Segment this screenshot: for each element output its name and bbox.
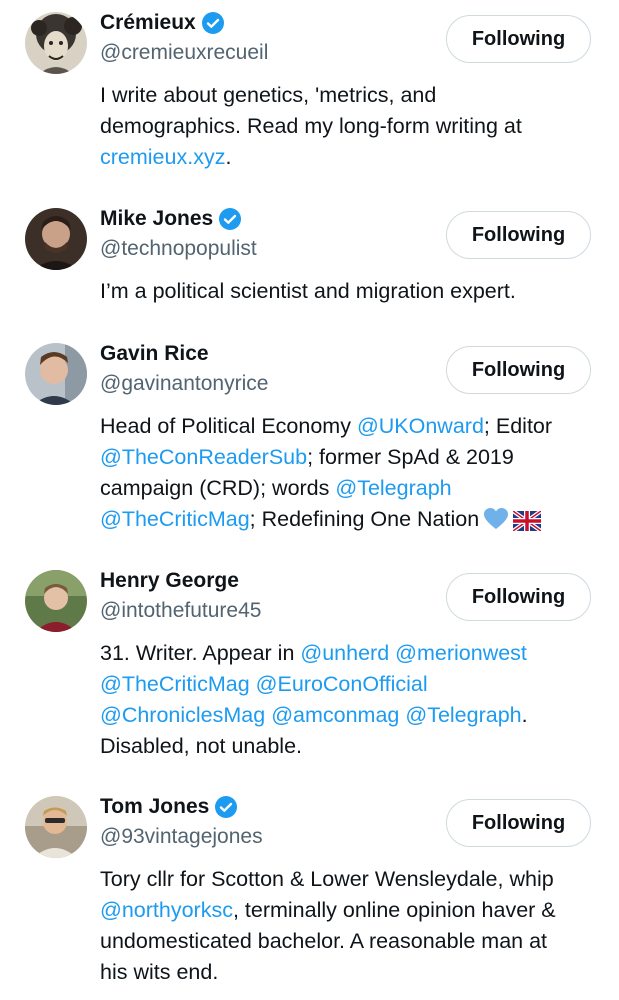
following-button[interactable]: Following bbox=[446, 573, 591, 621]
avatar[interactable] bbox=[25, 570, 87, 632]
bio-link[interactable]: @TheCriticMag bbox=[100, 672, 250, 696]
bio-text: ; Editor bbox=[483, 414, 553, 438]
bio-text: I’m a political scientist and migration … bbox=[100, 279, 516, 303]
bio-link[interactable]: @ChroniclesMag bbox=[100, 703, 265, 727]
display-name[interactable]: Gavin Rice bbox=[100, 342, 209, 366]
avatar[interactable] bbox=[25, 208, 87, 270]
user-bio: I write about genetics, 'metrics, and de… bbox=[100, 80, 595, 173]
following-button[interactable]: Following bbox=[446, 15, 591, 63]
bio-line: I’m a political scientist and migration … bbox=[100, 276, 595, 307]
name-line: Mike Jones bbox=[100, 204, 242, 234]
blue-heart-icon bbox=[483, 507, 509, 540]
bio-text: Head of Political Economy bbox=[100, 414, 357, 438]
user-handle[interactable]: @93vintagejones bbox=[100, 825, 263, 849]
user-cell[interactable]: Mike Jones @technopopulist Following I’m… bbox=[0, 204, 619, 324]
bio-line: campaign (CRD); words @Telegraph bbox=[100, 473, 595, 504]
verified-badge-icon bbox=[214, 795, 238, 819]
avatar[interactable] bbox=[25, 12, 87, 74]
bio-text: . bbox=[225, 145, 232, 169]
bio-text: I write about genetics, 'metrics, and bbox=[100, 83, 437, 107]
user-cell[interactable]: Henry George @intothefuture45 Following … bbox=[0, 566, 619, 786]
bio-text: his wits end. bbox=[100, 960, 219, 984]
bio-text: Tory cllr for Scotton & Lower Wensleydal… bbox=[100, 867, 554, 891]
avatar[interactable] bbox=[25, 796, 87, 858]
bio-line: @ChroniclesMag @amconmag @Telegraph. bbox=[100, 700, 595, 731]
bio-link[interactable]: @TheConReaderSub bbox=[100, 445, 307, 469]
following-button[interactable]: Following bbox=[446, 346, 591, 394]
user-handle[interactable]: @cremieuxrecueil bbox=[100, 41, 268, 65]
bio-line: Disabled, not unable. bbox=[100, 731, 595, 762]
bio-line: demographics. Read my long-form writing … bbox=[100, 111, 595, 142]
bio-line: @TheCriticMag @EuroConOfficial bbox=[100, 669, 595, 700]
verified-badge-icon bbox=[218, 207, 242, 231]
bio-line: I write about genetics, 'metrics, and bbox=[100, 80, 595, 111]
bio-line: @TheCriticMag; Redefining One Nation bbox=[100, 504, 595, 540]
bio-line: cremieux.xyz. bbox=[100, 142, 595, 173]
verified-badge-icon bbox=[201, 11, 225, 35]
uk-flag-icon bbox=[511, 509, 543, 540]
bio-link[interactable]: @Telegraph bbox=[405, 703, 521, 727]
avatar[interactable] bbox=[25, 343, 87, 405]
user-handle[interactable]: @technopopulist bbox=[100, 237, 257, 261]
display-name[interactable]: Crémieux bbox=[100, 11, 196, 35]
user-bio: I’m a political scientist and migration … bbox=[100, 276, 595, 307]
bio-text: campaign (CRD); words bbox=[100, 476, 336, 500]
bio-text: , terminally online opinion haver & bbox=[232, 898, 556, 922]
bio-line: 31. Writer. Appear in @unherd @merionwes… bbox=[100, 638, 595, 669]
bio-line: @TheConReaderSub; former SpAd & 2019 bbox=[100, 442, 595, 473]
bio-text: undomesticated bachelor. A reasonable ma… bbox=[100, 929, 548, 953]
user-bio: 31. Writer. Appear in @unherd @merionwes… bbox=[100, 638, 595, 762]
bio-text: demographics. Read my long-form writing … bbox=[100, 114, 522, 138]
bio-text: ; former SpAd & 2019 bbox=[307, 445, 514, 469]
bio-link[interactable]: @unherd bbox=[300, 641, 389, 665]
bio-link[interactable]: @Telegraph bbox=[335, 476, 451, 500]
user-cell[interactable]: Tom Jones @93vintagejones Following Tory… bbox=[0, 792, 619, 1000]
following-list: Crémieux @cremieuxrecueil Following I wr… bbox=[0, 0, 619, 1000]
name-line: Gavin Rice bbox=[100, 339, 209, 369]
bio-line: Head of Political Economy @UKOnward; Edi… bbox=[100, 411, 595, 442]
user-handle[interactable]: @intothefuture45 bbox=[100, 599, 261, 623]
bio-text: . bbox=[521, 703, 528, 727]
name-line: Crémieux bbox=[100, 8, 225, 38]
name-line: Tom Jones bbox=[100, 792, 238, 822]
following-button[interactable]: Following bbox=[446, 799, 591, 847]
bio-link[interactable]: @UKOnward bbox=[357, 414, 484, 438]
display-name[interactable]: Mike Jones bbox=[100, 207, 213, 231]
bio-link[interactable]: cremieux.xyz bbox=[100, 145, 225, 169]
user-handle[interactable]: @gavinantonyrice bbox=[100, 372, 268, 396]
bio-line: his wits end. bbox=[100, 957, 595, 988]
bio-line: @northyorksc, terminally online opinion … bbox=[100, 895, 595, 926]
user-cell[interactable]: Crémieux @cremieuxrecueil Following I wr… bbox=[0, 8, 619, 188]
bio-link[interactable]: @northyorksc bbox=[100, 898, 233, 922]
name-line: Henry George bbox=[100, 566, 239, 596]
display-name[interactable]: Tom Jones bbox=[100, 795, 209, 819]
bio-line: undomesticated bachelor. A reasonable ma… bbox=[100, 926, 595, 957]
bio-line: Tory cllr for Scotton & Lower Wensleydal… bbox=[100, 864, 595, 895]
user-bio: Tory cllr for Scotton & Lower Wensleydal… bbox=[100, 864, 595, 988]
following-button[interactable]: Following bbox=[446, 211, 591, 259]
bio-link[interactable]: @amconmag bbox=[271, 703, 399, 727]
bio-text: 31. Writer. Appear in bbox=[100, 641, 301, 665]
user-bio: Head of Political Economy @UKOnward; Edi… bbox=[100, 411, 595, 540]
display-name[interactable]: Henry George bbox=[100, 569, 239, 593]
bio-link[interactable]: @EuroConOfficial bbox=[256, 672, 428, 696]
bio-link[interactable]: @merionwest bbox=[395, 641, 527, 665]
bio-text: Disabled, not unable. bbox=[100, 734, 303, 758]
bio-link[interactable]: @TheCriticMag bbox=[100, 507, 250, 531]
user-cell[interactable]: Gavin Rice @gavinantonyrice Following He… bbox=[0, 339, 619, 559]
bio-text: ; Redefining One Nation bbox=[249, 507, 480, 531]
